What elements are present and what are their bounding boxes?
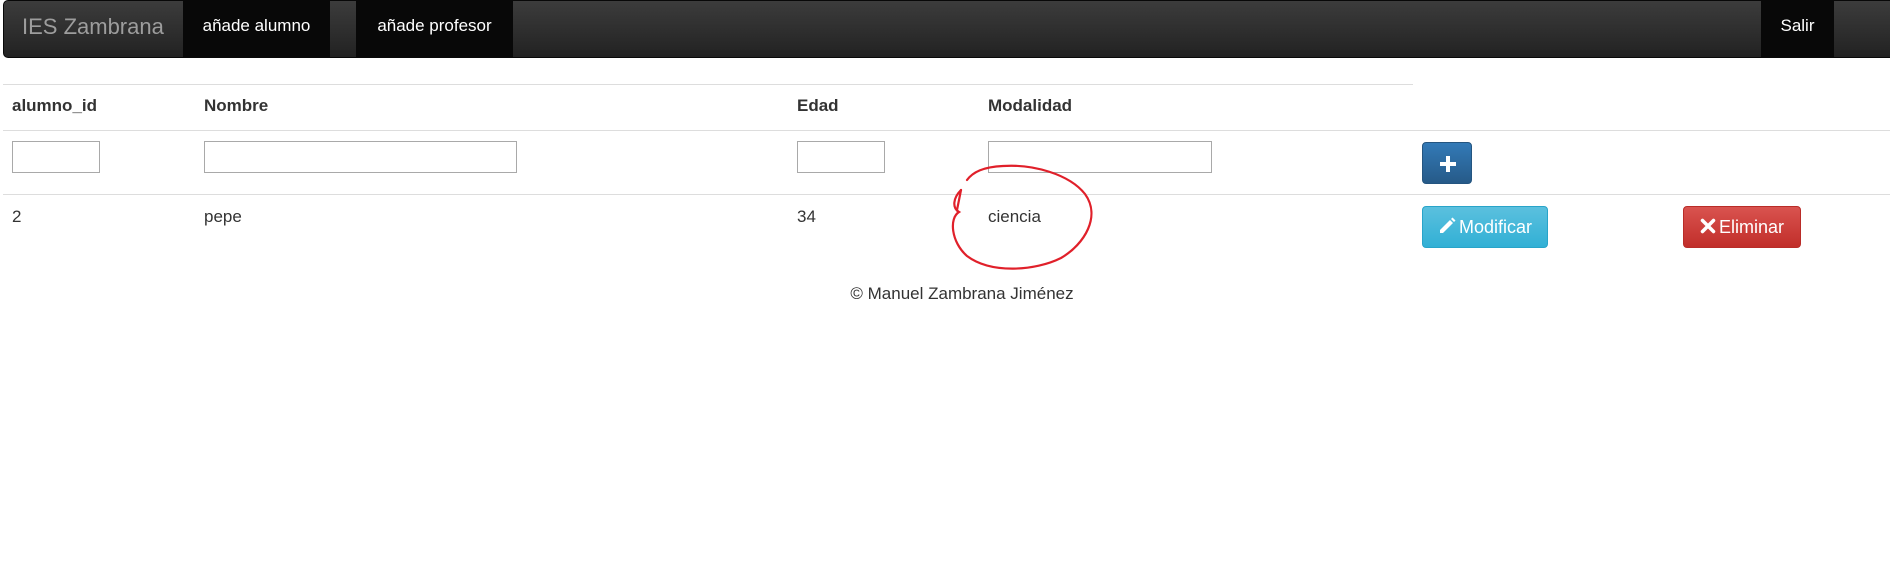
cell-nombre: pepe — [204, 207, 242, 226]
logout-link[interactable]: Salir — [1761, 0, 1834, 57]
add-student-button[interactable] — [1422, 142, 1472, 184]
table-top-border — [3, 84, 1413, 85]
nav-add-student[interactable]: añade alumno — [183, 0, 330, 57]
new-edad-input[interactable] — [797, 141, 885, 173]
column-header-alumno-id: alumno_id — [12, 96, 98, 115]
delete-button-label: Eliminar — [1718, 217, 1784, 237]
delete-button[interactable]: Eliminar — [1683, 206, 1801, 248]
cell-edad: 34 — [797, 207, 816, 226]
red-circle-annotation — [951, 164, 1093, 270]
column-header-nombre: Nombre — [204, 96, 269, 115]
cell-alumno-id: 2 — [12, 207, 22, 226]
footer-copyright: © Manuel Zambrana Jiménez — [850, 284, 1074, 303]
nav-add-teacher[interactable]: añade profesor — [356, 0, 513, 57]
plus-icon — [1440, 156, 1456, 172]
modify-button-label: Modificar — [1458, 217, 1533, 237]
close-icon — [1700, 219, 1716, 234]
column-header-edad: Edad — [797, 96, 839, 115]
header-divider — [3, 130, 1890, 131]
new-alumno-id-input[interactable] — [12, 141, 100, 173]
modify-button[interactable]: Modificar — [1422, 206, 1548, 248]
column-header-modalidad: Modalidad — [988, 96, 1073, 115]
pencil-icon — [1439, 217, 1456, 234]
new-nombre-input[interactable] — [204, 141, 517, 173]
brand-title[interactable]: IES Zambrana — [22, 14, 164, 40]
